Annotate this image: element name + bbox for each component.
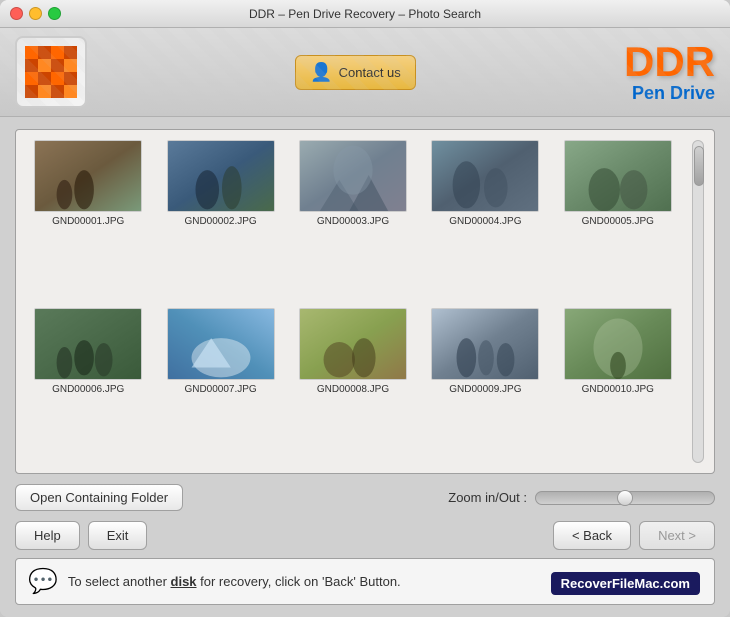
title-bar: DDR – Pen Drive Recovery – Photo Search [0, 0, 730, 28]
photo-label: GND00008.JPG [317, 384, 389, 395]
scrollbar[interactable] [692, 140, 704, 463]
photo-grid: GND00001.JPG GND00002.JPG [26, 140, 684, 463]
app-logo [15, 36, 87, 108]
minimize-button[interactable] [29, 7, 42, 20]
list-item[interactable]: GND00008.JPG [291, 308, 415, 464]
app-window: DDR – Pen Drive Recovery – Photo Search [0, 0, 730, 617]
list-item[interactable]: GND00004.JPG [423, 140, 547, 296]
window-controls [10, 7, 61, 20]
list-item[interactable]: GND00005.JPG [556, 140, 680, 296]
photo-thumbnail[interactable] [299, 140, 407, 212]
photo-label: GND00005.JPG [582, 216, 654, 227]
photo-thumbnail[interactable] [564, 308, 672, 380]
list-item[interactable]: GND00003.JPG [291, 140, 415, 296]
photo-thumbnail[interactable] [167, 140, 275, 212]
header: 👤 Contact us DDR Pen Drive [0, 28, 730, 117]
ddr-logo-text: DDR [624, 41, 715, 83]
footer-brand: RecoverFileMac.com [551, 572, 700, 595]
nav-row: Help Exit < Back Next > [15, 521, 715, 550]
window-title: DDR – Pen Drive Recovery – Photo Search [249, 7, 481, 21]
scrollbar-thumb[interactable] [694, 146, 704, 186]
photo-label: GND00010.JPG [582, 384, 654, 395]
list-item[interactable]: GND00010.JPG [556, 308, 680, 464]
photo-label: GND00006.JPG [52, 384, 124, 395]
controls-row: Open Containing Folder Zoom in/Out : [15, 484, 715, 511]
brand-subtitle: Pen Drive [624, 83, 715, 104]
exit-button[interactable]: Exit [88, 521, 148, 550]
zoom-slider[interactable] [535, 491, 715, 505]
photo-thumbnail[interactable] [431, 140, 539, 212]
contact-label: Contact us [339, 65, 401, 80]
main-content: GND00001.JPG GND00002.JPG [0, 117, 730, 617]
contact-icon: 👤 [310, 62, 332, 83]
info-icon: 💬 [28, 567, 58, 596]
list-item[interactable]: GND00006.JPG [26, 308, 150, 464]
photo-thumbnail[interactable] [167, 308, 275, 380]
photo-thumbnail[interactable] [34, 140, 142, 212]
open-folder-button[interactable]: Open Containing Folder [15, 484, 183, 511]
contact-button[interactable]: 👤 Contact us [295, 55, 416, 90]
back-button[interactable]: < Back [553, 521, 631, 550]
photo-label: GND00007.JPG [184, 384, 256, 395]
photo-thumbnail[interactable] [34, 308, 142, 380]
photo-thumbnail[interactable] [431, 308, 539, 380]
photo-thumbnail[interactable] [564, 140, 672, 212]
photo-label: GND00001.JPG [52, 216, 124, 227]
checker-icon [25, 46, 77, 98]
info-highlight: disk [171, 574, 197, 589]
photo-label: GND00003.JPG [317, 216, 389, 227]
list-item[interactable]: GND00002.JPG [158, 140, 282, 296]
list-item[interactable]: GND00009.JPG [423, 308, 547, 464]
photo-label: GND00009.JPG [449, 384, 521, 395]
photo-thumbnail[interactable] [299, 308, 407, 380]
zoom-control: Zoom in/Out : [448, 490, 715, 505]
close-button[interactable] [10, 7, 23, 20]
photo-label: GND00002.JPG [184, 216, 256, 227]
info-message: To select another disk for recovery, cli… [68, 574, 401, 589]
photo-grid-container: GND00001.JPG GND00002.JPG [15, 129, 715, 474]
list-item[interactable]: GND00001.JPG [26, 140, 150, 296]
maximize-button[interactable] [48, 7, 61, 20]
photo-label: GND00004.JPG [449, 216, 521, 227]
help-button[interactable]: Help [15, 521, 80, 550]
zoom-label: Zoom in/Out : [448, 490, 527, 505]
bottom-section: Help Exit < Back Next > 💬 To select anot… [15, 521, 715, 605]
list-item[interactable]: GND00007.JPG [158, 308, 282, 464]
next-button[interactable]: Next > [639, 521, 715, 550]
brand-area: DDR Pen Drive [624, 41, 715, 104]
